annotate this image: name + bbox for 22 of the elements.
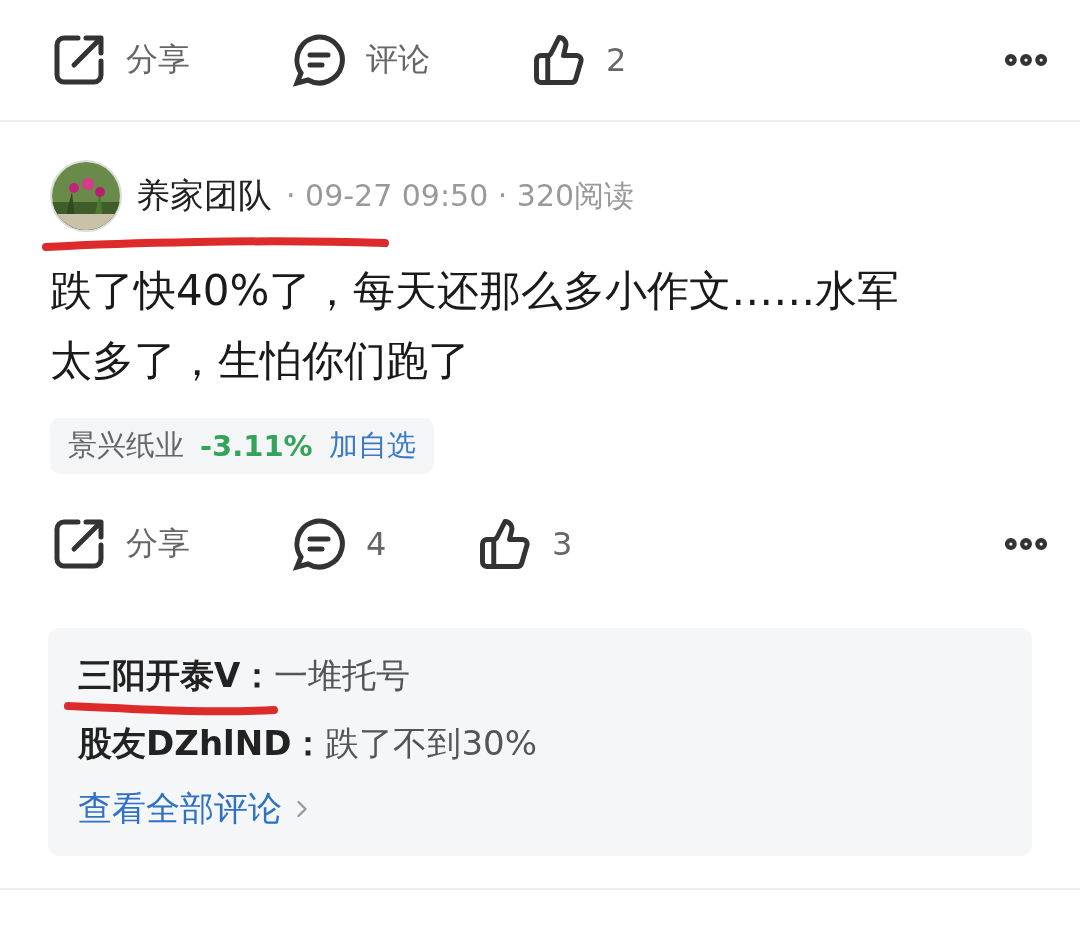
share-button[interactable]: 分享 <box>126 38 190 82</box>
post-text: 跌了快40%了，每天还那么多小作文……水军太多了，生怕你们跑了 <box>50 265 901 387</box>
view-all-comments-link[interactable]: 查看全部评论 <box>78 786 1002 832</box>
comment-button[interactable]: 4 <box>366 525 387 563</box>
add-watchlist-link[interactable]: 加自选 <box>328 426 416 466</box>
stock-tag[interactable]: 景兴纸业 -3.11% 加自选 <box>50 418 434 474</box>
share-icon <box>52 33 106 87</box>
like-count[interactable]: 2 <box>606 41 627 79</box>
comment-icon <box>292 517 346 571</box>
share-button[interactable]: 分享 <box>126 522 190 566</box>
thumbs-up-icon <box>532 33 586 87</box>
author-name[interactable]: 养家团队 <box>136 173 272 219</box>
comment-icon <box>292 33 346 87</box>
like-count[interactable]: 3 <box>552 525 573 563</box>
stock-name: 景兴纸业 <box>68 427 184 464</box>
thumbs-up-icon <box>478 517 532 571</box>
post-meta: · 09-27 09:50 · 320阅读 <box>286 176 635 215</box>
comment-line: 股友DZhlND：跌了不到30% <box>78 722 537 765</box>
comment-button[interactable]: 评论 <box>366 38 430 82</box>
comment-line: 三阳开泰V：一堆托号 <box>78 654 411 697</box>
stock-change: -3.11% <box>200 429 313 463</box>
share-icon <box>52 517 106 571</box>
